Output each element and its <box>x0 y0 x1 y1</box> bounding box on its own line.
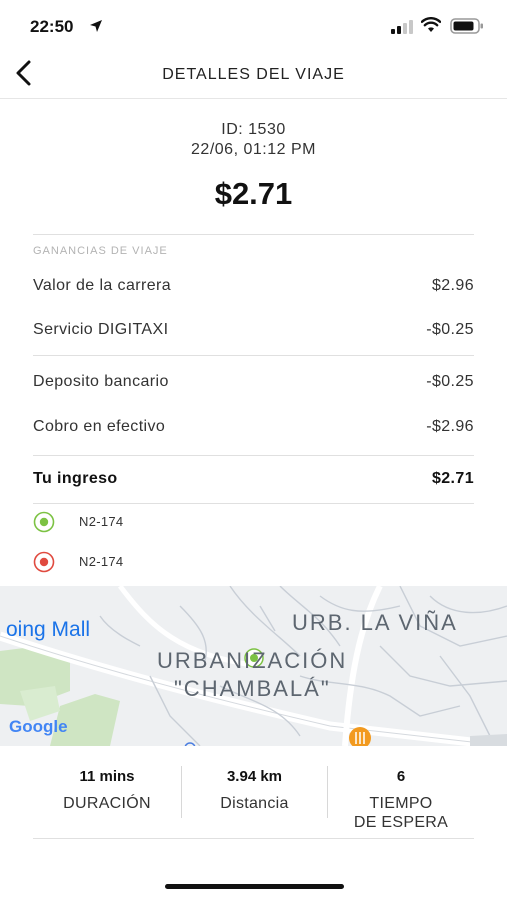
earnings-row-label: Deposito bancario <box>33 373 169 390</box>
stat-distance: 3.94 km Distancia <box>182 768 327 813</box>
divider <box>33 455 474 456</box>
distance-value: 3.94 km <box>226 768 283 785</box>
earnings-row-label: Servicio DIGITAXI <box>33 321 169 338</box>
duration-label: DURACIÓN <box>63 795 151 812</box>
distance-label: Distancia <box>220 795 289 812</box>
divider <box>33 234 474 235</box>
wifi-icon <box>421 17 441 32</box>
status-time: 22:50 <box>30 17 74 36</box>
divider <box>33 838 474 839</box>
route-map[interactable]: URB. LA VIÑA URBANIZACIÓN "CHAMBALÁ" <box>0 586 507 746</box>
earnings-row-value: $2.96 <box>431 277 474 294</box>
earnings-row-label: Valor de la carrera <box>33 277 172 294</box>
map-label-chambala: "CHAMBALÁ" <box>174 676 331 701</box>
divider <box>33 503 474 504</box>
location-arrow-icon <box>90 20 102 32</box>
origin-address: N2-174 <box>79 514 124 529</box>
earnings-row-value: -$0.25 <box>426 321 474 338</box>
trip-total: $2.71 <box>214 176 293 211</box>
wait-label-line1: TIEMPO <box>369 795 433 812</box>
earnings-row-value: -$0.25 <box>426 373 474 390</box>
stat-wait-time: 6 TIEMPO DE ESPERA <box>328 768 474 832</box>
status-bar: 22:50 <box>0 0 507 52</box>
battery-icon <box>450 18 483 34</box>
earnings-row-value: -$2.96 <box>426 418 474 435</box>
earnings-row-label: Cobro en efectivo <box>33 418 166 435</box>
income-label: Tu ingreso <box>33 470 118 487</box>
duration-value: 11 mins <box>79 768 135 785</box>
wait-label-line2: DE ESPERA <box>353 814 449 831</box>
nav-bar: DETALLES DEL VIAJE <box>0 52 507 99</box>
page-title: DETALLES DEL VIAJE <box>162 66 345 83</box>
map-label-urbanizacion: URBANIZACIÓN <box>157 648 348 673</box>
stat-duration: 11 mins DURACIÓN <box>33 768 181 813</box>
destination-address: N2-174 <box>79 554 124 569</box>
map-label-urb-la-vina: URB. LA VIÑA <box>292 610 458 635</box>
map-label-mall: oing Mall <box>6 618 91 641</box>
wait-label: TIEMPO DE ESPERA <box>328 794 474 832</box>
google-logo: Google <box>9 717 68 737</box>
income-value: $2.71 <box>431 470 474 487</box>
google-logo-text: Google <box>9 717 68 736</box>
divider <box>33 355 474 356</box>
trip-id: ID: 1530 <box>221 121 286 138</box>
trip-datetime: 22/06, 01:12 PM <box>191 141 316 158</box>
earnings-section-label: GANANCIAS DE VIAJE <box>33 245 168 257</box>
cellular-signal-icon <box>391 20 413 34</box>
origin-marker-icon <box>33 511 55 533</box>
home-indicator[interactable] <box>165 884 344 889</box>
wait-value: 6 <box>396 768 406 785</box>
destination-marker-icon <box>33 551 55 573</box>
